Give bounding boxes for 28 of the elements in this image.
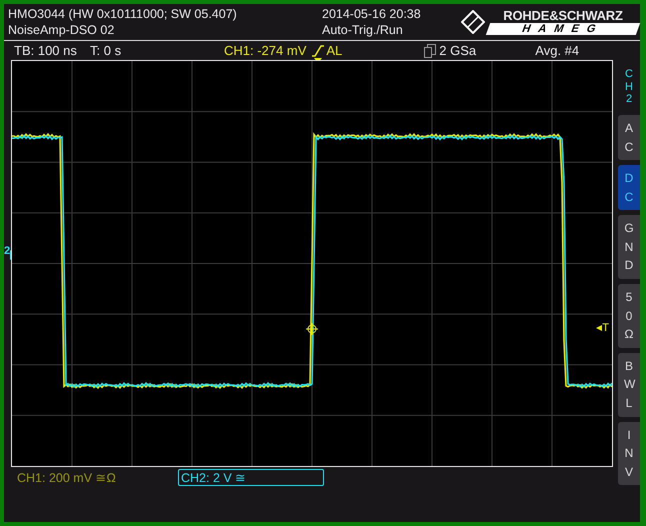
sample-rate-label: 2 GSa	[439, 43, 478, 58]
channel-setting[interactable]: CH1: 200 mV ≅Ω	[14, 469, 158, 486]
coupling-button[interactable]: DC	[618, 165, 640, 210]
channel-label: CH2	[624, 68, 634, 106]
average-label: Avg. #4	[535, 43, 580, 58]
timebase-label: TB: 100 ns	[14, 43, 78, 58]
brand-name: ROHDE&SCHWARZ	[503, 9, 623, 23]
arrow-icon	[596, 325, 602, 331]
coupling-button[interactable]: AC	[618, 114, 640, 160]
coupling-button[interactable]: INV	[618, 422, 640, 486]
channel-setting[interactable]: CH2: 2 V ≅	[178, 469, 324, 486]
trigger-time-label: T: 0 s	[90, 43, 122, 58]
trigger-mode: Auto-Trig./Run	[322, 22, 404, 38]
rising-edge-icon	[312, 44, 324, 56]
trigger-coupling-label: AL	[326, 43, 342, 58]
trigger-level-label: CH1: -274 mV	[224, 43, 306, 58]
device-info: HMO3044 (HW 0x10111000; SW 05.407)	[8, 6, 238, 22]
trigger-marker: T	[602, 322, 609, 334]
date-time: 2014-05-16 20:38	[322, 6, 422, 22]
sub-brand-name: HAMEG	[486, 23, 640, 35]
setup-name: NoiseAmp-DSO 02	[8, 22, 116, 38]
diamond-logo-icon	[461, 10, 485, 34]
coupling-button[interactable]: 50Ω	[618, 284, 640, 348]
coupling-button[interactable]: BWL	[618, 352, 640, 417]
coupling-button[interactable]: GND	[618, 215, 640, 280]
crosshair-icon	[306, 322, 318, 336]
channel-marker: 2	[4, 246, 10, 256]
memory-icon	[424, 44, 436, 58]
